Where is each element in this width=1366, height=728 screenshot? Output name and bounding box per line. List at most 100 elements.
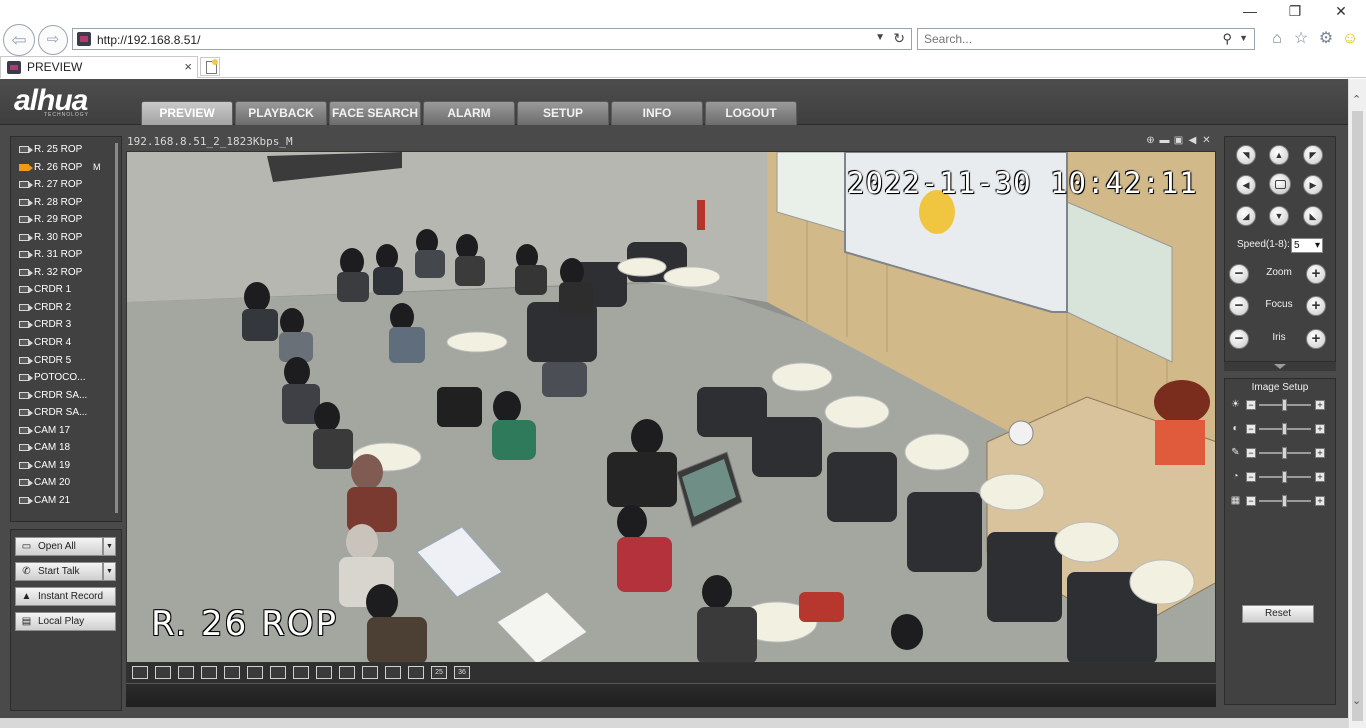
start-talk-dropdown[interactable]: ▼: [103, 562, 116, 581]
decrease-button[interactable]: −: [1246, 496, 1256, 506]
close-window-button[interactable]: ✕: [1326, 2, 1356, 20]
zoom-in-button[interactable]: +: [1306, 264, 1326, 284]
adjust-slider-thumb[interactable]: [1282, 399, 1287, 411]
nav-tab-setup[interactable]: SETUP: [517, 101, 609, 125]
digital-zoom-icon[interactable]: ⊕: [1145, 135, 1156, 147]
minimize-button[interactable]: —: [1235, 2, 1265, 20]
layout-option-icon[interactable]: [132, 666, 148, 679]
camera-list-item[interactable]: CRDR 1: [15, 281, 115, 299]
layout-option-icon[interactable]: [385, 666, 401, 679]
scrollbar-thumb[interactable]: [1352, 111, 1363, 721]
settings-gear-icon[interactable]: ⚙: [1316, 29, 1336, 49]
camera-list-item[interactable]: CRDR 2: [15, 299, 115, 317]
adjust-slider-thumb[interactable]: [1282, 471, 1287, 483]
camera-list-item[interactable]: CRDR 5: [15, 352, 115, 370]
layout-option-icon[interactable]: [316, 666, 332, 679]
open-all-dropdown[interactable]: ▼: [103, 537, 116, 556]
nav-tab-alarm[interactable]: ALARM: [423, 101, 515, 125]
layout-option-icon[interactable]: [155, 666, 171, 679]
layout-option-icon[interactable]: 25: [431, 666, 447, 679]
ptz-up-button[interactable]: ▲: [1269, 145, 1289, 165]
new-tab-button[interactable]: [200, 57, 220, 76]
camera-list-item[interactable]: POTOCO...: [15, 369, 115, 387]
scroll-down-icon[interactable]: ⌄: [1352, 694, 1361, 707]
page-scrollbar[interactable]: ⌃ ⌄: [1348, 79, 1366, 728]
video-feed[interactable]: 2022-11-30 10:42:11 R. 26 ROP: [126, 151, 1216, 663]
restore-button[interactable]: ❐: [1280, 2, 1310, 20]
nav-tab-preview[interactable]: PREVIEW: [141, 101, 233, 125]
nav-tab-playback[interactable]: PLAYBACK: [235, 101, 327, 125]
layout-option-icon[interactable]: 36: [454, 666, 470, 679]
ptz-right-button[interactable]: ▶: [1303, 175, 1323, 195]
back-button[interactable]: ⇦: [3, 24, 35, 56]
address-bar[interactable]: http://192.168.8.51/ ▼ ↻: [72, 28, 912, 50]
ptz-down-right-button[interactable]: ◣: [1303, 206, 1323, 226]
refresh-icon[interactable]: ↻: [893, 30, 905, 47]
close-video-icon[interactable]: ✕: [1201, 135, 1212, 147]
layout-option-icon[interactable]: [247, 666, 263, 679]
favorites-star-icon[interactable]: ☆: [1291, 29, 1311, 49]
home-icon[interactable]: ⌂: [1267, 29, 1287, 49]
camera-list-item[interactable]: CRDR SA...: [15, 387, 115, 405]
camera-list-item[interactable]: CAM 19: [15, 457, 115, 475]
camera-list-scrollbar[interactable]: [115, 143, 118, 513]
focus-far-button[interactable]: +: [1306, 296, 1326, 316]
camera-list-item[interactable]: CRDR SA...: [15, 404, 115, 422]
iris-close-button[interactable]: −: [1229, 329, 1249, 349]
layout-option-icon[interactable]: [362, 666, 378, 679]
layout-option-icon[interactable]: [293, 666, 309, 679]
decrease-button[interactable]: −: [1246, 424, 1256, 434]
layout-option-icon[interactable]: [201, 666, 217, 679]
forward-button[interactable]: ⇨: [38, 25, 68, 55]
address-dropdown-icon[interactable]: ▼: [875, 32, 885, 43]
ptz-collapse-toggle[interactable]: [1224, 362, 1336, 371]
iris-open-button[interactable]: +: [1306, 329, 1326, 349]
reset-button[interactable]: Reset: [1242, 605, 1314, 623]
ptz-down-left-button[interactable]: ◢: [1236, 206, 1256, 226]
start-talk-button[interactable]: ✆ Start Talk: [15, 562, 103, 581]
local-play-button[interactable]: ▤ Local Play: [15, 612, 116, 631]
decrease-button[interactable]: −: [1246, 448, 1256, 458]
ptz-up-left-button[interactable]: ◥: [1236, 145, 1256, 165]
layout-option-icon[interactable]: [224, 666, 240, 679]
layout-option-icon[interactable]: [178, 666, 194, 679]
layout-option-icon[interactable]: [270, 666, 286, 679]
ptz-left-button[interactable]: ◀: [1236, 175, 1256, 195]
smiley-feedback-icon[interactable]: ☺: [1340, 29, 1360, 49]
search-input[interactable]: [924, 31, 1204, 47]
layout-option-icon[interactable]: [408, 666, 424, 679]
url-text[interactable]: http://192.168.8.51/: [97, 33, 200, 47]
search-box[interactable]: ⚲ ▼: [917, 28, 1255, 50]
layout-option-icon[interactable]: [339, 666, 355, 679]
nav-tab-logout[interactable]: LOGOUT: [705, 101, 797, 125]
adjust-slider-thumb[interactable]: [1282, 447, 1287, 459]
search-icon[interactable]: ⚲: [1222, 31, 1232, 47]
open-all-button[interactable]: ▭ Open All: [15, 537, 103, 556]
camera-list-item[interactable]: CAM 17: [15, 422, 115, 440]
audio-icon[interactable]: ◀: [1187, 135, 1198, 147]
camera-list-item[interactable]: CAM 20: [15, 474, 115, 492]
tab-preview[interactable]: PREVIEW ×: [0, 56, 198, 78]
ptz-down-button[interactable]: ▼: [1269, 206, 1289, 226]
decrease-button[interactable]: −: [1246, 472, 1256, 482]
camera-list-item[interactable]: R. 32 ROP: [15, 264, 115, 282]
adjust-slider-thumb[interactable]: [1282, 423, 1287, 435]
focus-near-button[interactable]: −: [1229, 296, 1249, 316]
snapshot-icon[interactable]: ▣: [1173, 135, 1184, 147]
increase-button[interactable]: +: [1315, 496, 1325, 506]
speed-select[interactable]: 5: [1291, 238, 1323, 253]
camera-list-item[interactable]: R. 31 ROP: [15, 246, 115, 264]
camera-list-item[interactable]: R. 29 ROP: [15, 211, 115, 229]
increase-button[interactable]: +: [1315, 424, 1325, 434]
camera-list-item[interactable]: R. 30 ROP: [15, 229, 115, 247]
camera-list-item[interactable]: CRDR 4: [15, 334, 115, 352]
ptz-up-right-button[interactable]: ◤: [1303, 145, 1323, 165]
scroll-up-icon[interactable]: ⌃: [1352, 93, 1361, 106]
adjust-slider-thumb[interactable]: [1282, 495, 1287, 507]
camera-list-item[interactable]: R. 28 ROP: [15, 194, 115, 212]
camera-list-item[interactable]: R. 26 ROP M: [15, 159, 115, 177]
tab-close-icon[interactable]: ×: [184, 59, 192, 74]
nav-tab-info[interactable]: INFO: [611, 101, 703, 125]
ptz-3d-position-button[interactable]: [1269, 173, 1291, 195]
increase-button[interactable]: +: [1315, 472, 1325, 482]
